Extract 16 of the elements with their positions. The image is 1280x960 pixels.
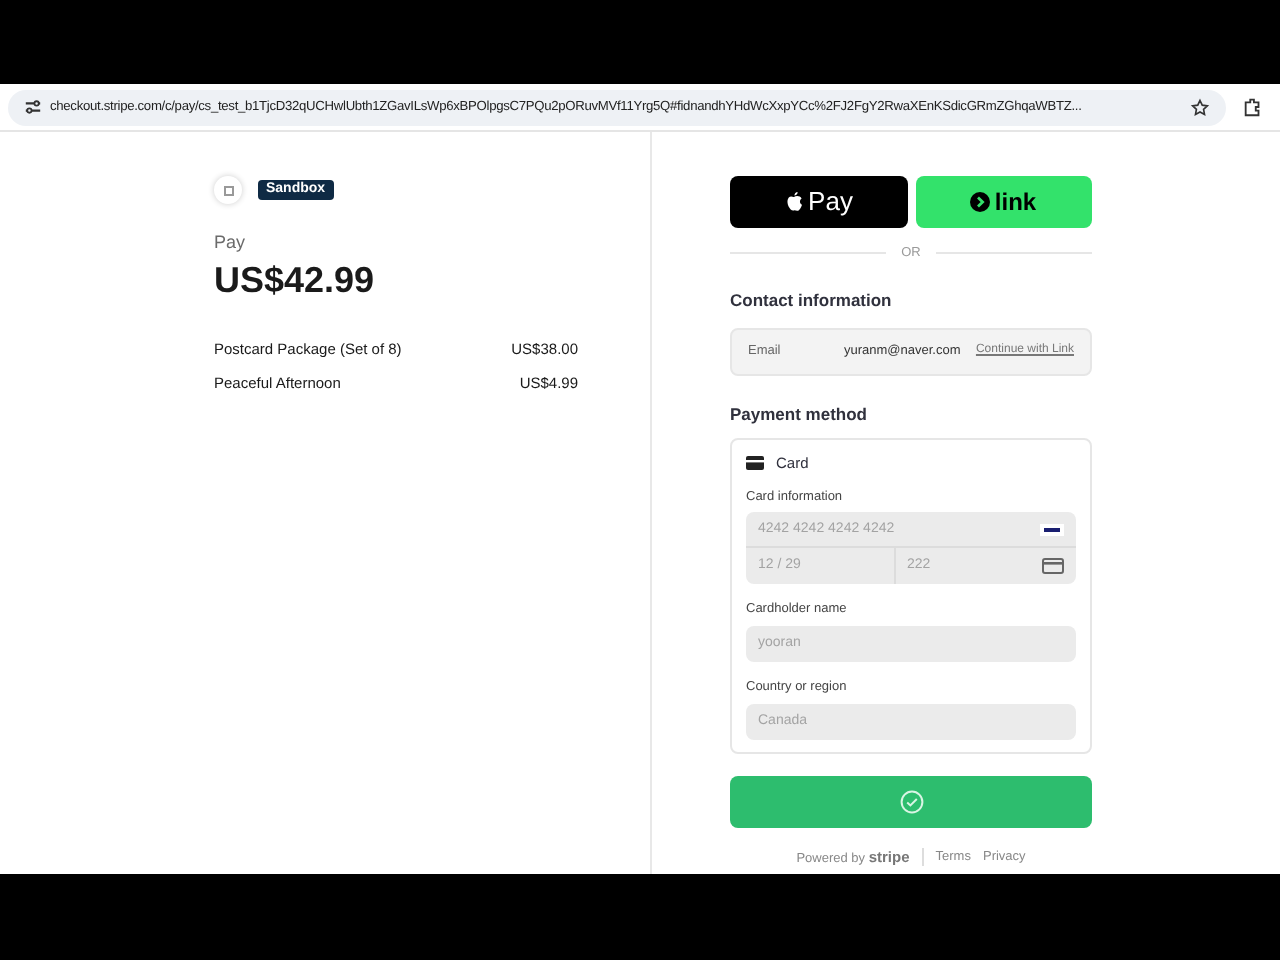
site-settings-icon[interactable]	[24, 98, 42, 116]
visa-icon	[1040, 523, 1064, 536]
link-button[interactable]: link	[915, 176, 1092, 228]
payment-heading: Payment method	[730, 401, 869, 427]
arrow-circle-icon	[970, 192, 991, 212]
cvc-card-icon	[1042, 558, 1064, 575]
apple-icon	[784, 190, 805, 214]
puzzle-icon[interactable]	[1242, 96, 1264, 118]
check-circle-icon	[899, 789, 923, 814]
store-logo-icon	[214, 176, 242, 204]
pay-label: Pay	[214, 230, 248, 256]
apple-pay-button[interactable]: Pay	[730, 176, 907, 228]
contact-heading: Contact information	[730, 287, 894, 313]
star-icon[interactable]	[1190, 97, 1210, 117]
card-icon	[746, 456, 764, 471]
total-amount: US$42.99	[214, 257, 377, 301]
